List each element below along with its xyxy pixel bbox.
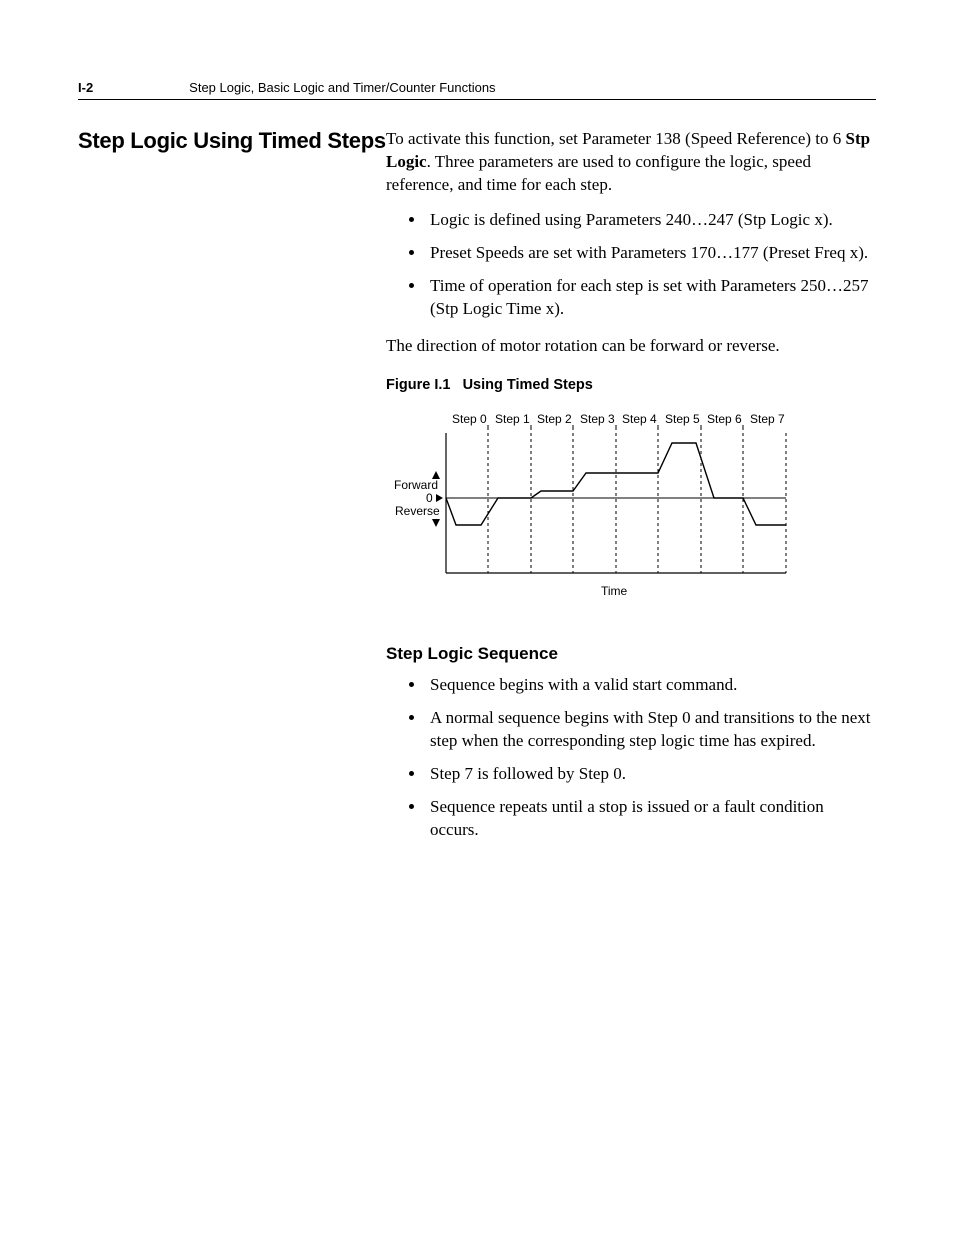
direction-note: The direction of motor rotation can be f… [386, 335, 876, 358]
step-label: Step 4 [622, 412, 657, 426]
sequence-bullet-list: Sequence begins with a valid start comma… [386, 674, 876, 842]
step-label: Step 2 [537, 412, 572, 426]
intro-paragraph: To activate this function, set Parameter… [386, 128, 876, 197]
page-number: I-2 [78, 80, 93, 95]
list-item: Time of operation for each step is set w… [426, 275, 876, 321]
intro-pre: To activate this function, set Parameter… [386, 129, 846, 148]
two-column-layout: Step Logic Using Timed Steps To activate… [78, 128, 876, 856]
timed-steps-chart: Step 0 Step 1 Step 2 Step 3 Step 4 Step … [386, 403, 816, 613]
list-item: Preset Speeds are set with Parameters 17… [426, 242, 876, 265]
main-column: To activate this function, set Parameter… [386, 128, 876, 856]
y-label-reverse: Reverse [395, 504, 440, 518]
step-label: Step 7 [750, 412, 785, 426]
intro-post: . Three parameters are used to configure… [386, 152, 811, 194]
section-heading: Step Logic Using Timed Steps [78, 128, 386, 154]
step-dividers [488, 433, 786, 573]
figure-caption: Figure I.1 Using Timed Steps [386, 376, 876, 396]
side-column: Step Logic Using Timed Steps [78, 128, 386, 856]
config-bullet-list: Logic is defined using Parameters 240…24… [386, 209, 876, 321]
subsection-heading: Step Logic Sequence [386, 643, 876, 666]
figure-code: Figure I.1 [386, 377, 450, 393]
figure-title: Using Timed Steps [463, 377, 593, 393]
y-label-zero: 0 [426, 491, 433, 505]
x-axis-label: Time [601, 584, 628, 598]
list-item: Sequence repeats until a stop is issued … [426, 796, 876, 842]
running-title: Step Logic, Basic Logic and Timer/Counte… [189, 80, 495, 95]
running-header: I-2 Step Logic, Basic Logic and Timer/Co… [78, 80, 876, 100]
list-item: Step 7 is followed by Step 0. [426, 763, 876, 786]
arrow-right-icon [436, 494, 443, 502]
arrow-down-icon [432, 519, 440, 527]
figure-body: Step 0 Step 1 Step 2 Step 3 Step 4 Step … [386, 403, 876, 613]
step-label: Step 6 [707, 412, 742, 426]
list-item: A normal sequence begins with Step 0 and… [426, 707, 876, 753]
y-label-forward: Forward [394, 478, 438, 492]
page: I-2 Step Logic, Basic Logic and Timer/Co… [0, 0, 954, 1235]
step-label: Step 0 [452, 412, 487, 426]
step-label: Step 1 [495, 412, 530, 426]
step-label: Step 5 [665, 412, 700, 426]
list-item: Sequence begins with a valid start comma… [426, 674, 876, 697]
list-item: Logic is defined using Parameters 240…24… [426, 209, 876, 232]
step-label: Step 3 [580, 412, 615, 426]
